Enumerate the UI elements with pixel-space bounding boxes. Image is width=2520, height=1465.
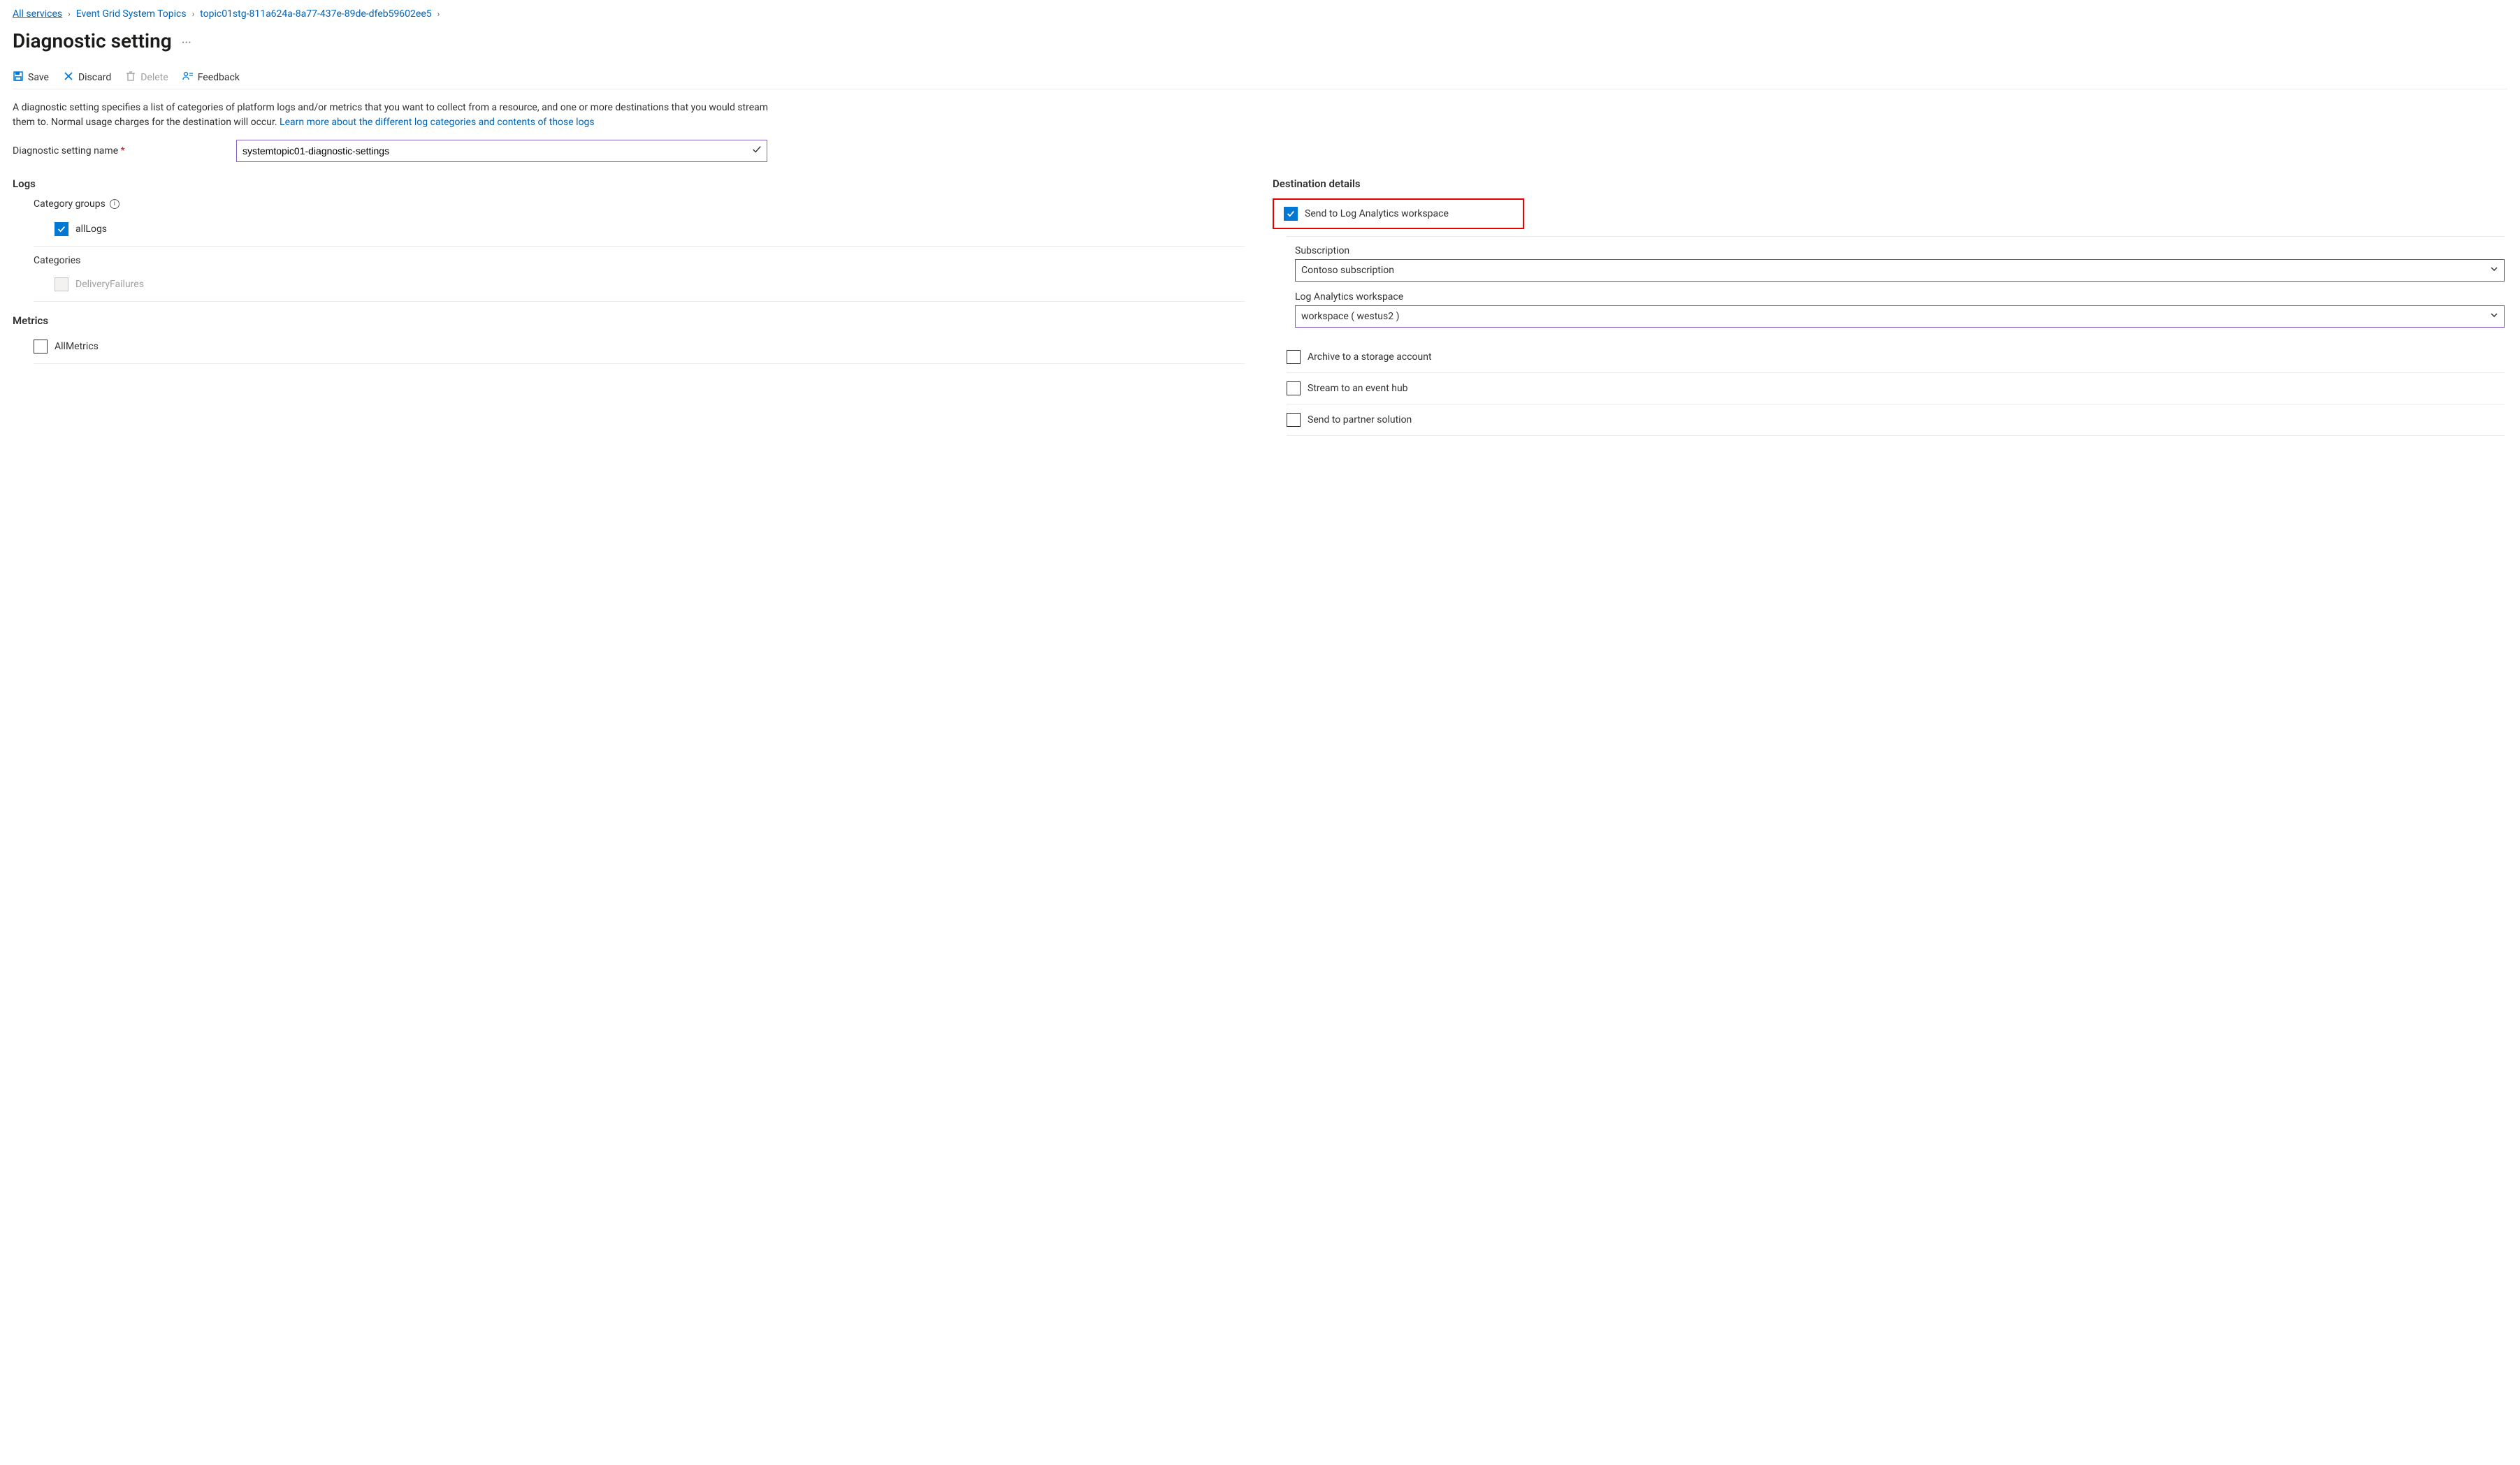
deliveryfailures-label: DeliveryFailures (75, 279, 144, 290)
subscription-dropdown[interactable]: Contoso subscription (1295, 259, 2505, 282)
law-label: Log Analytics workspace (1295, 291, 2505, 303)
chevron-down-icon (2490, 265, 2498, 276)
stream-eventhub-label: Stream to an event hub (1308, 383, 1408, 394)
alllogs-label: allLogs (75, 224, 107, 235)
info-icon[interactable]: i (110, 199, 120, 209)
delete-button: Delete (125, 71, 168, 85)
send-partner-label: Send to partner solution (1308, 414, 1412, 425)
logs-heading: Logs (13, 177, 1245, 190)
delete-label: Delete (140, 72, 168, 83)
learn-more-link[interactable]: Learn more about the different log categ… (280, 117, 595, 128)
save-label: Save (28, 72, 49, 83)
allmetrics-checkbox[interactable] (34, 340, 48, 354)
send-partner-checkbox[interactable] (1287, 413, 1301, 427)
send-to-law-checkbox[interactable] (1284, 207, 1298, 221)
feedback-icon (182, 71, 194, 85)
destination-details-heading: Destination details (1273, 177, 2505, 190)
metrics-heading: Metrics (13, 314, 1245, 327)
send-to-law-label: Send to Log Analytics workspace (1305, 208, 1449, 219)
archive-storage-label: Archive to a storage account (1308, 351, 1432, 363)
deliveryfailures-checkbox (55, 277, 68, 291)
more-icon[interactable]: ··· (182, 31, 191, 50)
breadcrumb-topic[interactable]: topic01stg-811a624a-8a77-437e-89de-dfeb5… (200, 8, 431, 20)
breadcrumb-event-grid-system-topics[interactable]: Event Grid System Topics (76, 8, 187, 20)
feedback-label: Feedback (198, 72, 240, 83)
save-button[interactable]: Save (13, 71, 49, 85)
toolbar: Save Discard Delete Feedback (13, 66, 2507, 89)
chevron-down-icon (2490, 311, 2498, 322)
allmetrics-label: AllMetrics (55, 341, 99, 352)
close-icon (63, 71, 74, 85)
setting-name-label: Diagnostic setting name * (13, 145, 222, 156)
trash-icon (125, 71, 136, 85)
chevron-right-icon: › (192, 9, 195, 19)
alllogs-checkbox[interactable] (55, 222, 68, 236)
discard-button[interactable]: Discard (63, 71, 111, 85)
chevron-right-icon: › (437, 9, 440, 19)
breadcrumb-all-services[interactable]: All services (13, 8, 62, 20)
law-dropdown[interactable]: workspace ( westus2 ) (1295, 305, 2505, 328)
checkmark-icon (752, 145, 762, 157)
category-groups-label: Category groups i (13, 198, 1245, 210)
description: A diagnostic setting specifies a list of… (13, 101, 781, 130)
feedback-button[interactable]: Feedback (182, 71, 240, 85)
setting-name-input[interactable] (236, 140, 767, 162)
archive-storage-checkbox[interactable] (1287, 350, 1301, 364)
subscription-label: Subscription (1295, 245, 2505, 256)
discard-label: Discard (78, 72, 111, 83)
categories-label: Categories (13, 255, 1245, 266)
breadcrumb: All services › Event Grid System Topics … (13, 7, 2507, 25)
send-to-law-highlight: Send to Log Analytics workspace (1273, 198, 1524, 229)
save-icon (13, 71, 24, 85)
law-value: workspace ( westus2 ) (1301, 311, 1399, 322)
stream-eventhub-checkbox[interactable] (1287, 381, 1301, 395)
subscription-value: Contoso subscription (1301, 265, 1394, 276)
chevron-right-icon: › (68, 9, 71, 19)
page-title: Diagnostic setting (13, 29, 172, 52)
